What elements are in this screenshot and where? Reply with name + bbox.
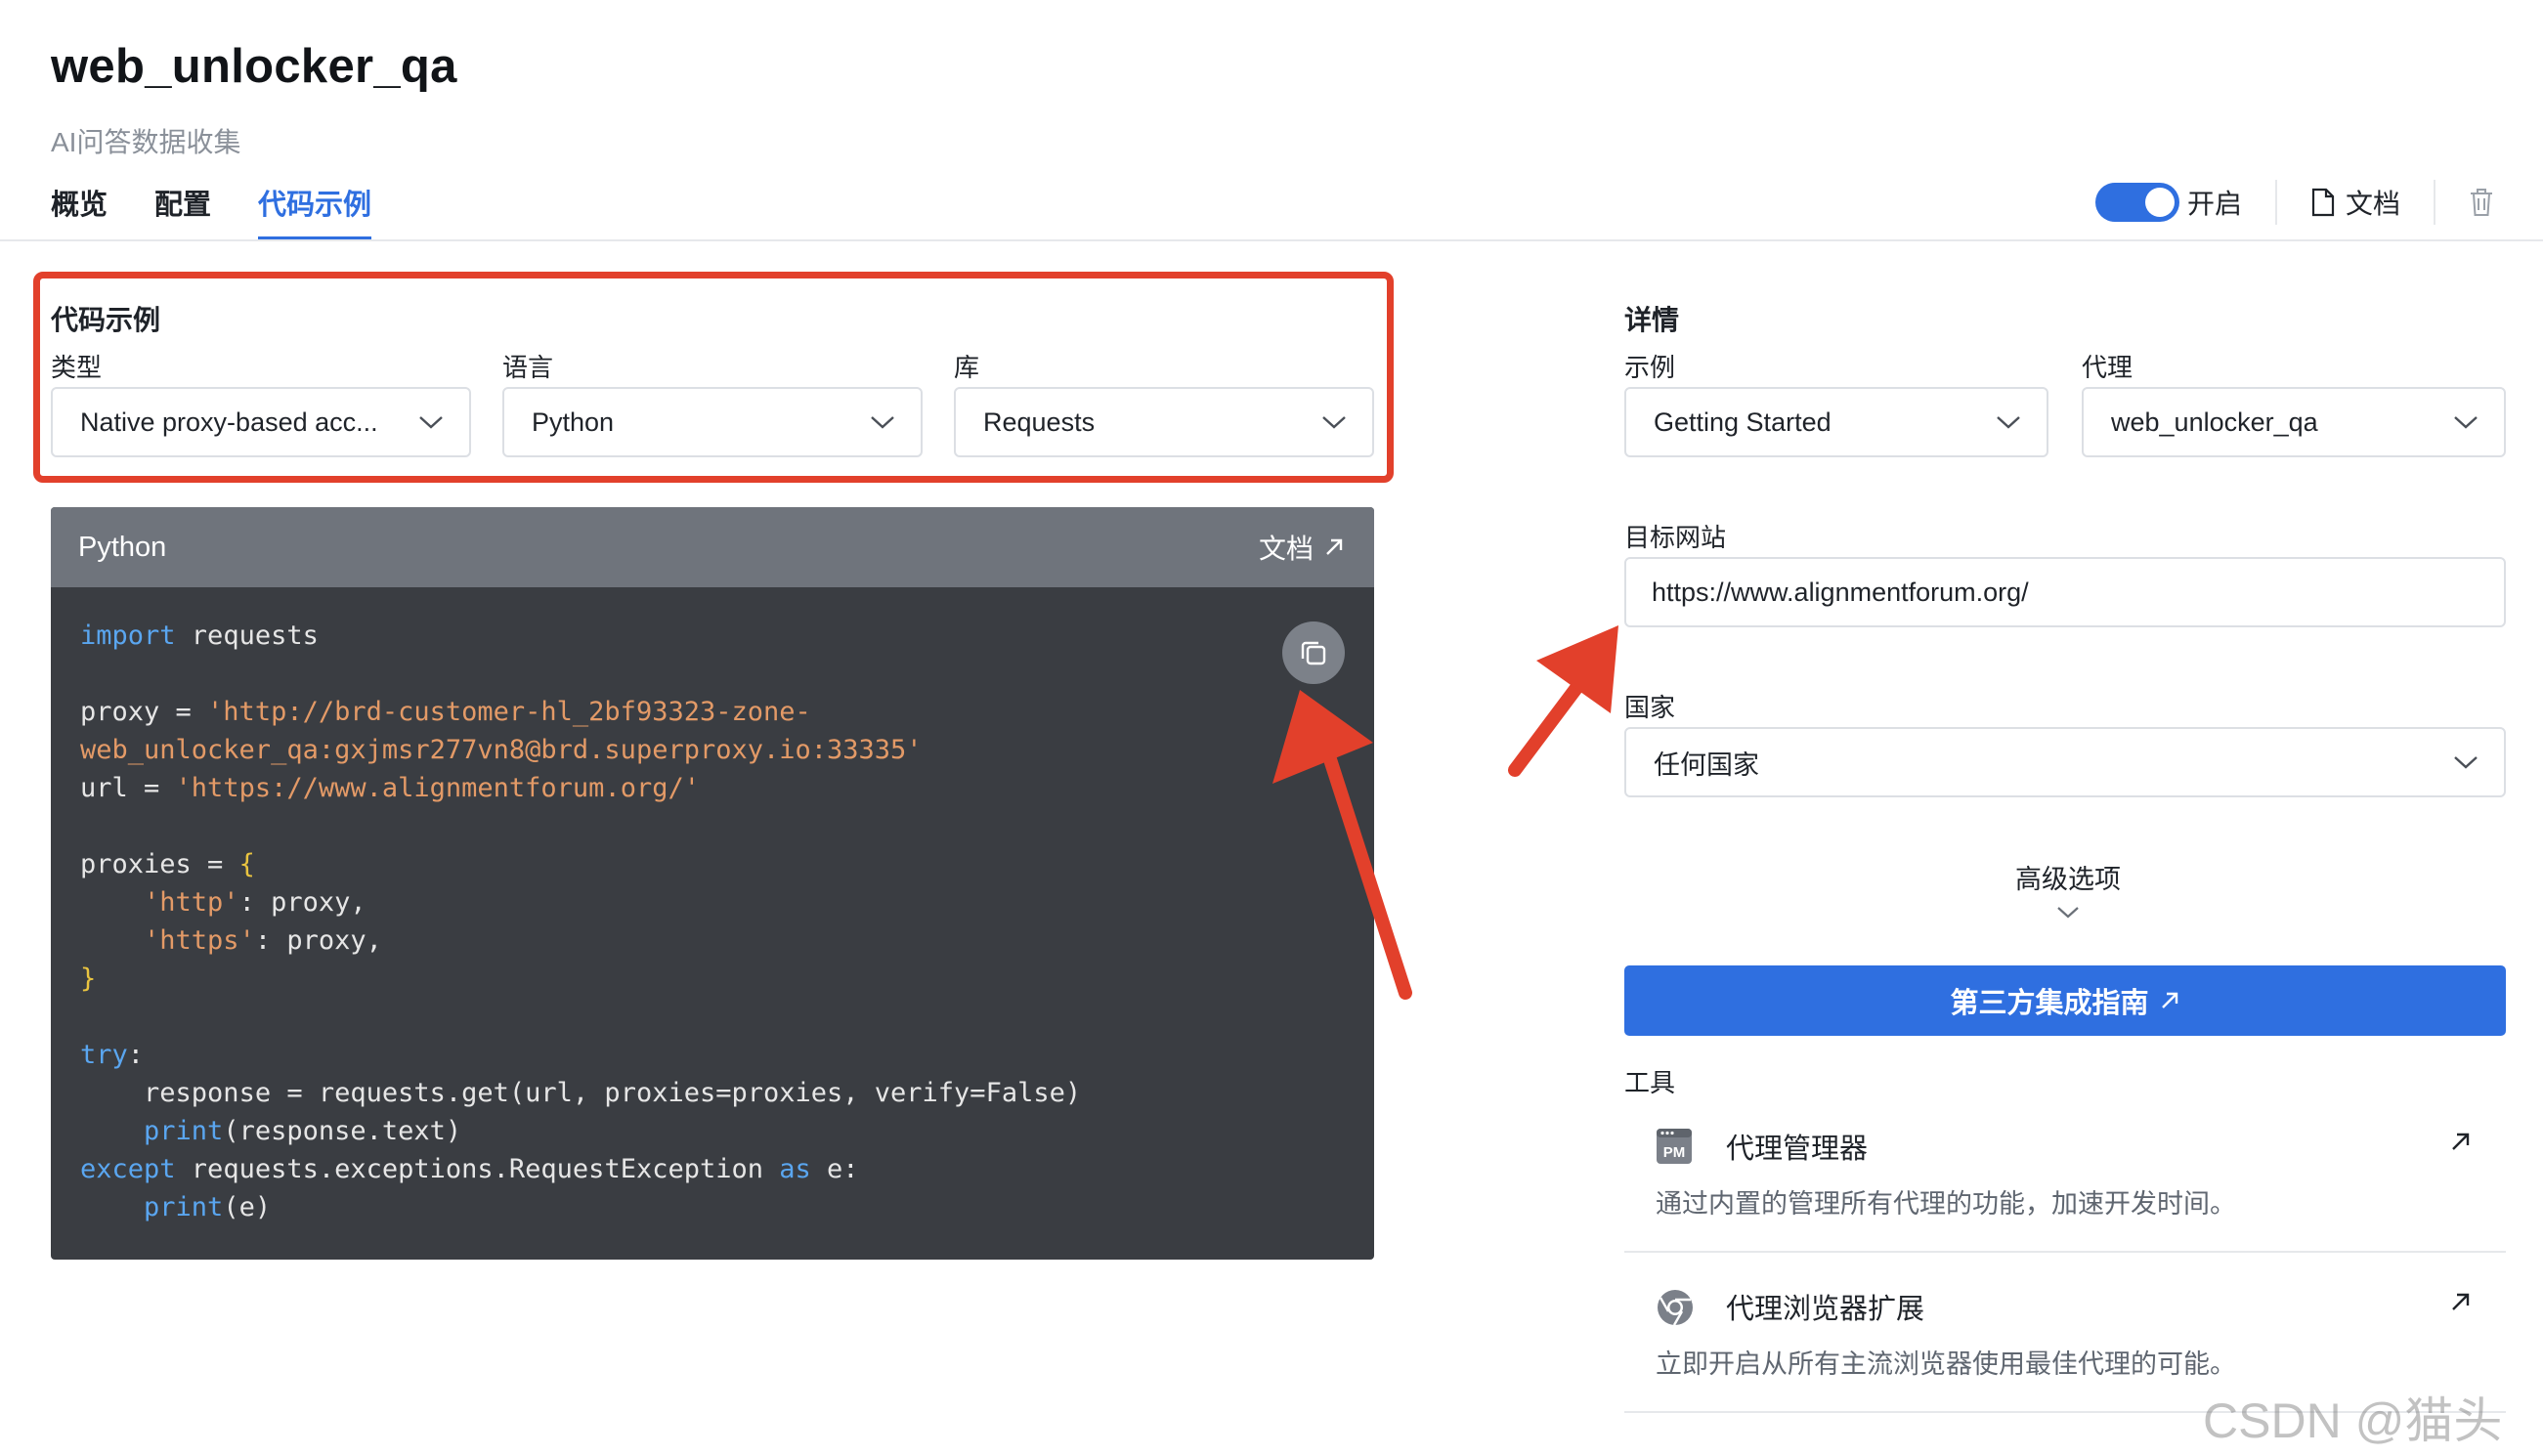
tool-item-proxy-manager[interactable]: PM 代理管理器 通过内置的管理所有代理的功能，加速开发时间。 [1624,1092,2506,1253]
code-block[interactable]: import requests proxy = 'http://brd-cust… [80,617,1081,1226]
code-token: : proxy, [254,925,382,956]
code-token: requests.exceptions.RequestException [175,1154,780,1184]
code-panel: Python 文档 import requests proxy = 'http:… [51,507,1374,1260]
code-token: url = [80,773,176,803]
document-icon [2311,188,2335,217]
code-token: requests [175,621,319,651]
code-token: : proxy, [238,887,366,918]
toggle-label: 开启 [2186,189,2242,219]
code-example-title: 代码示例 [51,305,161,335]
chevron-down-icon [419,416,443,429]
code-token: { [238,849,255,879]
page-title: web_unlocker_qa [51,40,457,93]
code-token: 'https' [144,925,255,956]
svg-text:PM: PM [1663,1144,1686,1161]
target-site-value: https://www.alignmentforum.org/ [1652,577,2029,607]
details-title: 详情 [1624,305,1680,335]
code-token: response = requests.get(url, proxies=pro… [144,1078,1082,1108]
code-token: 'http' [144,887,239,918]
code-token: 'http://brd-customer-hl_2bf93323-zone- [207,697,811,727]
tab-overview[interactable]: 概览 [51,182,108,240]
language-label: 语言 [502,353,554,382]
code-token: } [80,964,97,994]
advanced-options-label: 高级选项 [2015,865,2121,894]
chevron-down-icon [1322,416,1346,429]
code-token: e: [810,1154,859,1184]
library-select-value: Requests [983,407,1096,437]
advanced-options-toggle[interactable]: 高级选项 [2015,858,2121,926]
country-select-value: 任何国家 [1654,749,1759,780]
docs-button[interactable]: 文档 [2310,183,2400,222]
tab-bar: 概览 配置 代码示例 [51,182,372,240]
chevron-down-icon [2454,416,2478,429]
code-token: as [779,1154,811,1184]
external-link-icon [2161,992,2177,1008]
chevron-down-icon [2057,907,2079,919]
chevron-down-icon [871,416,894,429]
type-select[interactable]: Native proxy-based acc... [51,387,471,457]
code-token: (e) [223,1192,272,1222]
tool-description: 通过内置的管理所有代理的功能，加速开发时间。 [1656,1189,2236,1219]
example-select[interactable]: Getting Started [1624,387,2048,457]
tool-description: 立即开启从所有主流浏览器使用最佳代理的可能。 [1656,1349,2236,1379]
target-site-label: 目标网站 [1624,523,1727,552]
code-token: print [144,1192,224,1222]
library-select[interactable]: Requests [954,387,1374,457]
code-panel-header: Python 文档 [51,507,1374,587]
code-token: 'https://www.alignmentforum.org/' [175,773,700,803]
proxy-select[interactable]: web_unlocker_qa [2082,387,2506,457]
code-token: except [80,1154,176,1184]
code-docs-link[interactable]: 文档 [1259,528,1345,567]
delete-button[interactable] [2469,188,2494,217]
docs-label: 文档 [2345,189,2400,219]
chevron-down-icon [1997,416,2020,429]
enable-toggle[interactable] [2094,183,2179,222]
trash-icon [2471,189,2492,216]
copy-icon [1301,641,1326,665]
country-label: 国家 [1624,693,1676,722]
annotation-arrow-target-site [1508,625,1618,777]
header-actions: 开启 文档 [2094,180,2494,225]
divider [2434,180,2435,225]
code-panel-language: Python [78,531,167,563]
external-link-icon [1326,538,1343,555]
language-select[interactable]: Python [502,387,923,457]
chevron-down-icon [2454,756,2478,769]
code-token: import [80,621,176,651]
language-select-value: Python [532,407,615,437]
proxy-select-value: web_unlocker_qa [2111,407,2318,437]
country-select[interactable]: 任何国家 [1624,727,2506,797]
page-subtitle: AI问答数据收集 [51,127,241,157]
code-docs-label: 文档 [1258,534,1314,564]
type-select-value: Native proxy-based acc... [80,407,378,437]
external-link-icon [2449,1290,2473,1318]
divider [2274,180,2277,225]
code-token: web_unlocker_qa:gxjmsr277vn8@brd.superpr… [80,735,923,765]
tool-name: 代理浏览器扩展 [1726,1294,1925,1325]
target-site-input[interactable]: https://www.alignmentforum.org/ [1624,557,2506,627]
example-select-value: Getting Started [1654,407,1832,437]
external-link-icon [2449,1130,2473,1158]
pm-icon: PM [1656,1128,1693,1170]
library-label: 库 [954,353,980,382]
toggle-knob [2144,188,2175,217]
integration-guide-button[interactable]: 第三方集成指南 [1624,965,2506,1036]
code-token: print [144,1116,224,1146]
code-token: proxy = [80,697,208,727]
header-divider [0,239,2543,241]
watermark: CSDN @猫头虎 [2203,1393,2503,1448]
chrome-icon [1656,1288,1695,1332]
tool-name: 代理管理器 [1726,1134,1869,1165]
copy-code-button[interactable] [1282,621,1345,684]
integration-guide-label: 第三方集成指南 [1950,988,2149,1019]
code-token: proxies = [80,849,239,879]
code-token: try [80,1040,128,1070]
proxy-label: 代理 [2082,353,2134,382]
type-label: 类型 [51,353,103,382]
example-label: 示例 [1624,353,1676,382]
tab-config[interactable]: 配置 [154,182,211,240]
code-token: : [127,1040,145,1070]
tab-code-example[interactable]: 代码示例 [258,182,372,240]
code-token: (response.text) [223,1116,462,1146]
